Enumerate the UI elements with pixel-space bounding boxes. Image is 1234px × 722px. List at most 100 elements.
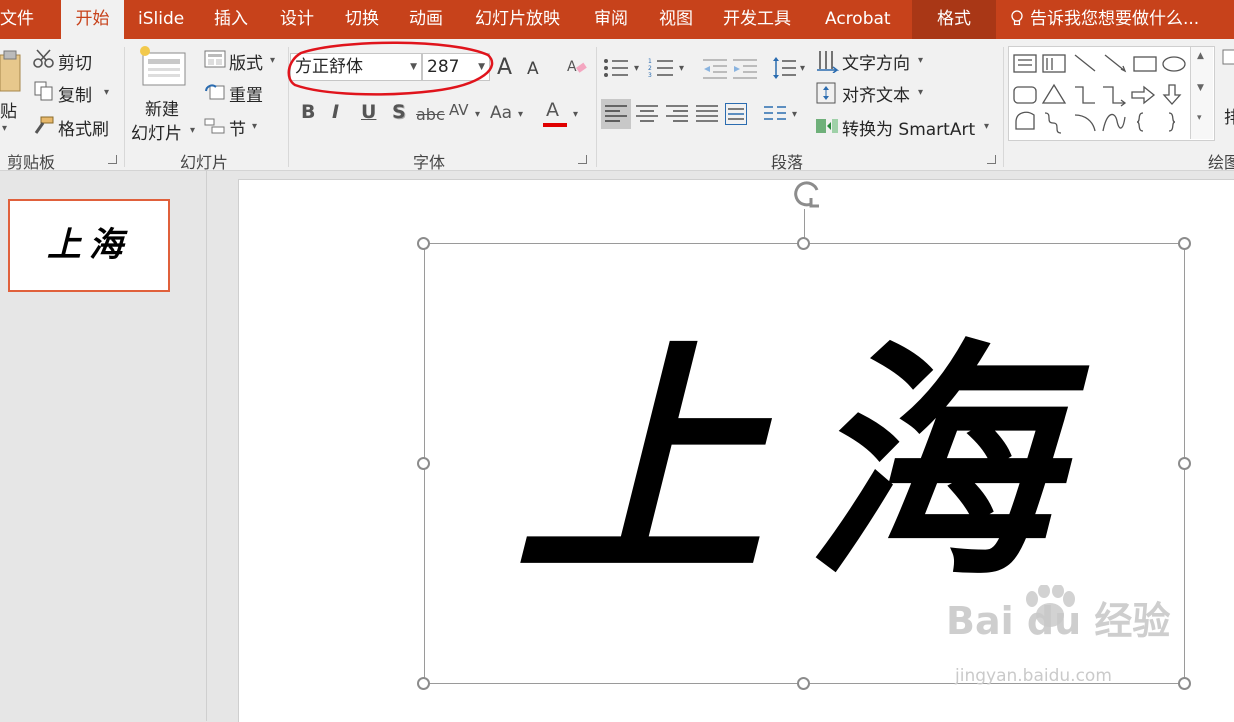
ribbon-home: 贴 ▾ 剪切 复制 ▾ 格式刷 剪贴板 新建 幻灯片 ▾ 版式 ▾ 重置 节 ▾… xyxy=(0,39,1234,172)
copy-dropdown-icon[interactable]: ▾ xyxy=(104,87,109,98)
scroll-up-icon[interactable]: ▲ xyxy=(1197,51,1204,61)
shapes-gallery-grid[interactable] xyxy=(1009,47,1214,140)
paragraph-launcher-icon[interactable] xyxy=(987,155,996,164)
change-case-button[interactable]: Aa xyxy=(490,103,512,123)
tab-acrobat[interactable]: Acrobat xyxy=(825,0,891,39)
scissors-icon xyxy=(33,49,54,68)
reset-button[interactable]: 重置 xyxy=(229,81,263,106)
grow-font-button[interactable]: A xyxy=(497,55,512,80)
resize-handle-right[interactable] xyxy=(1178,457,1191,470)
resize-handle-bottom-left[interactable] xyxy=(417,677,430,690)
resize-handle-bottom-right[interactable] xyxy=(1178,677,1191,690)
new-slide-button[interactable]: 幻灯片 xyxy=(131,119,182,144)
tab-transitions[interactable]: 切换 xyxy=(345,0,379,39)
decrease-indent-icon[interactable] xyxy=(703,57,727,79)
align-text-dropdown-icon[interactable]: ▾ xyxy=(918,87,923,98)
line-spacing-dropdown-icon[interactable]: ▾ xyxy=(800,63,805,74)
watermark-url: jingyan.baidu.com xyxy=(955,666,1112,686)
columns-dropdown-icon[interactable]: ▾ xyxy=(792,109,797,120)
new-slide-icon xyxy=(140,46,186,86)
text-direction-button[interactable]: 文字方向 xyxy=(842,49,910,74)
shadow-button[interactable]: S xyxy=(392,101,406,123)
smartart-dropdown-icon[interactable]: ▾ xyxy=(984,121,989,132)
shapes-scrollbar[interactable]: ▲ ▼ ▾ xyxy=(1190,47,1213,139)
align-center-icon[interactable] xyxy=(636,103,658,125)
layout-button[interactable]: 版式 xyxy=(229,49,263,74)
resize-handle-top-left[interactable] xyxy=(417,237,430,250)
spacing-dropdown-icon[interactable]: ▾ xyxy=(475,109,480,120)
new-slide-label-1[interactable]: 新建 xyxy=(145,95,179,120)
resize-handle-left[interactable] xyxy=(417,457,430,470)
font-color-button[interactable]: A xyxy=(546,99,559,121)
resize-handle-bottom[interactable] xyxy=(797,677,810,690)
tab-insert[interactable]: 插入 xyxy=(214,0,248,39)
section-dropdown-icon[interactable]: ▾ xyxy=(252,121,257,132)
slide-thumbnail-panel: 上海 xyxy=(0,171,207,721)
tab-format[interactable]: 格式 xyxy=(912,0,996,39)
case-dropdown-icon[interactable]: ▾ xyxy=(518,109,523,120)
format-painter-button[interactable]: 格式刷 xyxy=(58,115,109,140)
tab-slideshow[interactable]: 幻灯片放映 xyxy=(475,0,560,39)
separator xyxy=(124,47,125,167)
numbering-dropdown-icon[interactable]: ▾ xyxy=(679,63,684,74)
tab-review[interactable]: 审阅 xyxy=(594,0,628,39)
tab-file[interactable]: 文件 xyxy=(0,0,38,39)
section-button[interactable]: 节 xyxy=(229,115,246,140)
layout-dropdown-icon[interactable]: ▾ xyxy=(270,55,275,66)
bullets-dropdown-icon[interactable]: ▾ xyxy=(634,63,639,74)
layout-icon xyxy=(204,50,226,68)
clipboard-launcher-icon[interactable] xyxy=(108,155,117,164)
bullets-icon[interactable] xyxy=(603,57,629,79)
copy-button[interactable]: 复制 xyxy=(58,81,92,106)
ribbon-tab-bar: 文件 开始 iSlide 插入 设计 切换 动画 幻灯片放映 审阅 视图 开发工… xyxy=(0,0,1234,40)
underline-button[interactable]: U xyxy=(361,101,376,123)
convert-smartart-button[interactable]: 转换为 SmartArt xyxy=(842,115,975,140)
strikethrough-button[interactable]: abc xyxy=(416,105,445,124)
more-shapes-icon[interactable]: ▾ xyxy=(1197,113,1202,123)
shapes-gallery[interactable] xyxy=(1008,46,1215,141)
align-left-icon[interactable] xyxy=(605,103,627,125)
paste-button[interactable]: 贴 xyxy=(0,97,17,122)
paste-icon[interactable] xyxy=(0,49,24,97)
tell-me-search[interactable]: 告诉我您想要做什么... xyxy=(1010,0,1199,39)
tab-islide[interactable]: iSlide xyxy=(138,0,184,39)
align-text-button[interactable]: 对齐文本 xyxy=(842,81,910,106)
scroll-down-icon[interactable]: ▼ xyxy=(1197,83,1204,93)
tab-view[interactable]: 视图 xyxy=(659,0,693,39)
align-right-icon[interactable] xyxy=(666,103,688,125)
tab-developer[interactable]: 开发工具 xyxy=(723,0,791,39)
character-spacing-button[interactable]: AV xyxy=(449,101,469,119)
text-direction-dropdown-icon[interactable]: ▾ xyxy=(918,55,923,66)
columns-icon[interactable] xyxy=(764,103,786,125)
rotate-handle-icon[interactable] xyxy=(789,176,825,212)
italic-button[interactable]: I xyxy=(332,101,339,123)
distributed-icon[interactable] xyxy=(725,103,747,125)
svg-text:1: 1 xyxy=(648,58,652,65)
resize-handle-top-right[interactable] xyxy=(1178,237,1191,250)
font-launcher-icon[interactable] xyxy=(578,155,587,164)
tab-design[interactable]: 设计 xyxy=(280,0,314,39)
clear-formatting-icon[interactable]: A xyxy=(567,57,589,77)
paste-dropdown-icon[interactable]: ▾ xyxy=(2,123,7,134)
bold-button[interactable]: B xyxy=(301,101,315,123)
slide-thumbnail-1[interactable]: 上海 xyxy=(8,199,170,292)
new-slide-dropdown-icon[interactable]: ▾ xyxy=(190,125,195,136)
shrink-font-button[interactable]: A xyxy=(527,59,539,79)
line-spacing-icon[interactable] xyxy=(772,55,796,81)
arrange-button[interactable]: 排 xyxy=(1224,103,1234,128)
font-color-dropdown-icon[interactable]: ▾ xyxy=(573,109,578,120)
font-color-swatch xyxy=(543,123,567,127)
justify-icon[interactable] xyxy=(696,103,718,125)
increase-indent-icon[interactable] xyxy=(733,57,757,79)
watermark-text: Bai du 经验 xyxy=(946,599,1171,643)
slides-group-label: 幻灯片 xyxy=(180,153,229,172)
paragraph-group-label: 段落 xyxy=(771,153,804,172)
text-direction-icon xyxy=(817,51,839,73)
resize-handle-top[interactable] xyxy=(797,237,810,250)
numbering-icon[interactable]: 123 xyxy=(648,57,674,79)
reset-icon xyxy=(205,84,225,100)
tab-home[interactable]: 开始 xyxy=(61,0,124,40)
smartart-icon xyxy=(816,119,838,133)
cut-button[interactable]: 剪切 xyxy=(58,49,92,74)
tab-animations[interactable]: 动画 xyxy=(409,0,443,39)
